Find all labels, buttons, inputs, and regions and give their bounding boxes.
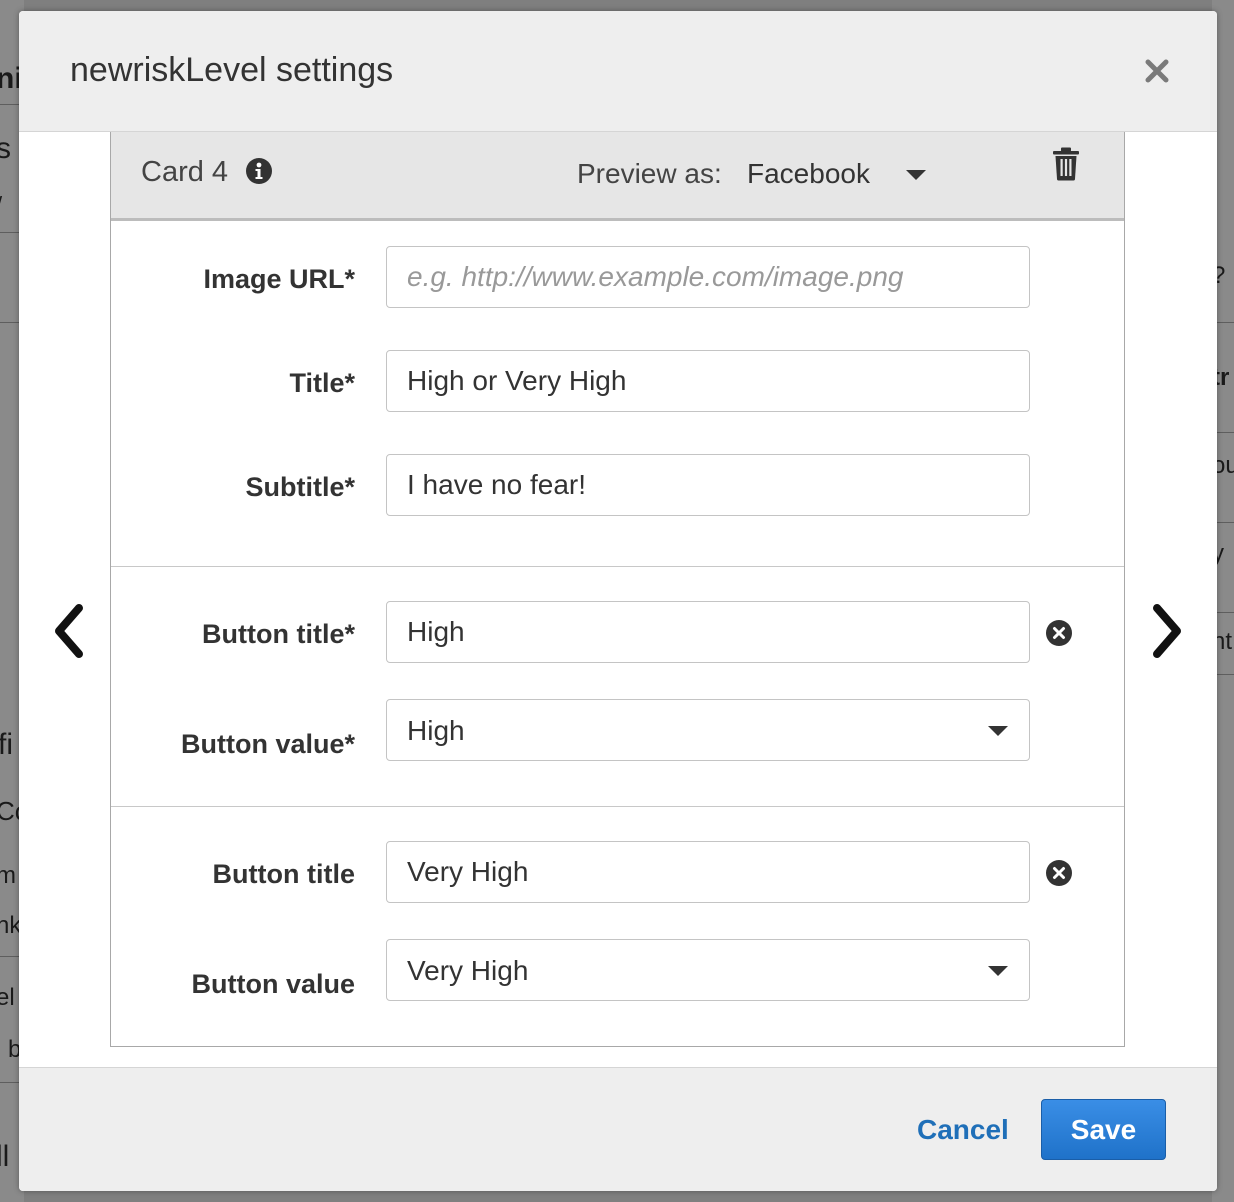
caret-down-icon — [988, 726, 1008, 736]
subtitle-input[interactable] — [386, 454, 1030, 516]
image-url-input[interactable] — [386, 246, 1030, 308]
background-text: m — [0, 862, 16, 889]
card-content-section: Image URL* Title* Subtitle* — [111, 221, 1124, 567]
trash-icon[interactable] — [1052, 147, 1080, 181]
button-value-label: Button value* — [180, 729, 355, 759]
chevron-right-icon[interactable] — [1143, 596, 1193, 666]
modal-title: newriskLevel settings — [70, 51, 394, 89]
card-header: Card 4 Preview as: Facebook — [111, 132, 1124, 221]
caret-down-icon — [906, 170, 926, 180]
card-title: Card 4 — [141, 156, 229, 188]
background-text: / — [0, 192, 2, 218]
button-value-label: Button value — [191, 969, 355, 999]
modal-body: Card 4 Preview as: Facebook Image URL* e… — [19, 132, 1217, 1067]
background-text: ll — [0, 1140, 10, 1173]
modal-footer: Cancel Save — [19, 1067, 1217, 1191]
subtitle-label: Subtitle* — [245, 472, 355, 502]
image-url-label: Image URL* — [203, 264, 355, 294]
button-title-label: Button title — [212, 859, 355, 889]
button-value-select[interactable]: Very High — [386, 939, 1030, 1001]
modal-header: newriskLevel settings — [19, 11, 1217, 132]
response-card: Card 4 Preview as: Facebook Image URL* e… — [110, 132, 1125, 1047]
cancel-button[interactable]: Cancel — [917, 1114, 1009, 1146]
card-button-section: Button title Button value Very High — [111, 807, 1124, 1046]
remove-button-icon[interactable] — [1045, 859, 1073, 887]
background-text: el — [0, 984, 15, 1011]
chevron-left-icon[interactable] — [43, 596, 93, 666]
title-label: Title* — [289, 368, 355, 398]
button-value-selected: Very High — [407, 955, 529, 986]
button-title-input[interactable] — [386, 841, 1030, 903]
settings-modal: newriskLevel settings Card 4 Preview as:… — [19, 11, 1217, 1191]
save-button[interactable]: Save — [1041, 1099, 1166, 1160]
remove-button-icon[interactable] — [1045, 619, 1073, 647]
button-title-label: Button title* — [202, 619, 355, 649]
button-title-input[interactable] — [386, 601, 1030, 663]
card-button-section: Button title* Button value* High — [111, 567, 1124, 807]
background-text: fi — [0, 728, 13, 761]
caret-down-icon — [988, 966, 1008, 976]
button-value-select[interactable]: High — [386, 699, 1030, 761]
preview-platform-value: Facebook — [747, 158, 870, 189]
preview-as-label: Preview as: — [577, 158, 722, 189]
background-text: s — [0, 132, 11, 165]
button-value-selected: High — [407, 715, 465, 746]
title-input[interactable] — [386, 350, 1030, 412]
info-icon[interactable] — [245, 157, 273, 185]
close-icon[interactable] — [1141, 55, 1173, 87]
preview-platform-select[interactable]: Facebook — [747, 148, 937, 196]
